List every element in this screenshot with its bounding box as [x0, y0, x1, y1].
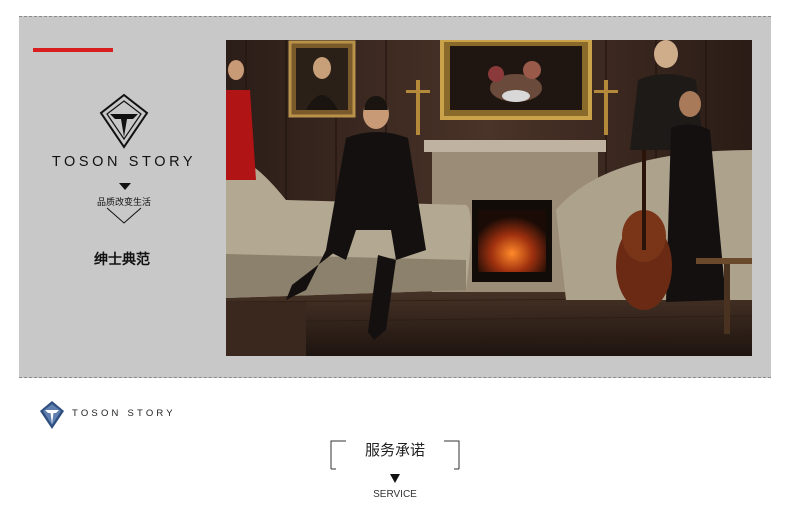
- brand-title: TOSON STORY: [51, 154, 197, 170]
- hero-banner: TOSON STORY 品质改变生活 绅士典范: [19, 16, 771, 378]
- triangle-down-icon: [119, 183, 131, 190]
- service-subtitle: SERVICE: [373, 489, 417, 500]
- brand-tagline: 绅士典范: [94, 251, 150, 267]
- diamond-t-logo-icon: [99, 93, 149, 149]
- triangle-down-icon: [390, 474, 400, 483]
- chevron-down-icon: [106, 207, 142, 224]
- shield-t-logo-icon: [40, 401, 64, 429]
- gentleman-lounge-photo: [226, 40, 752, 356]
- footer-brand-name: TOSON STORY: [72, 408, 176, 419]
- service-title: 服务承诺: [364, 442, 425, 459]
- accent-bar: [33, 48, 113, 52]
